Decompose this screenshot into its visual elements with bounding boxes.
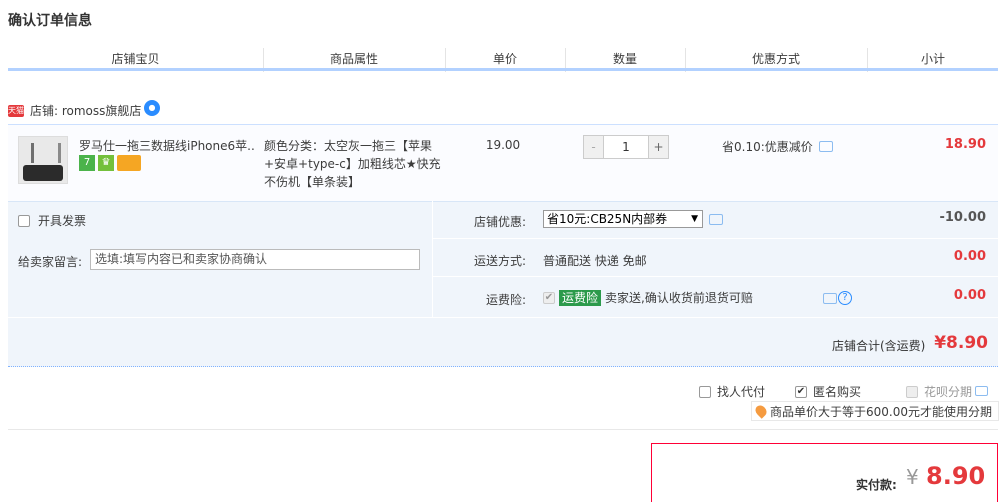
location-pin-icon [753,403,769,419]
insurance-label: 运费险: [485,293,526,307]
proxy-pay-label: 找人代付 [717,385,766,399]
invoice-checkbox[interactable] [18,214,30,227]
huabei-tip-text: 商品单价大于等于600.00元才能使用分期 [770,404,992,419]
shop-coupon-selected: 省10元:CB25N内部券 [547,212,668,226]
invoice-option[interactable]: 开具发票 [18,212,86,229]
shop-row: 天猫 店铺: romoss旗舰店 [8,102,141,119]
shop-coupon-value: -10.00 [939,210,986,225]
header-discount: 优惠方式 [751,52,800,66]
page-title: 确认订单信息 [8,13,92,29]
payment-currency: ¥ [906,465,919,489]
tmall-badge-icon: 天猫 [8,104,24,117]
quantity-stepper: - 1 + [583,135,669,159]
shipping-label: 运送方式: [473,254,526,268]
shop-coupon-label: 店铺优惠: [473,215,526,229]
insurance-value: 0.00 [953,288,986,303]
section-divider [8,429,998,430]
promo-text: 省0.10:优惠减价 [722,140,813,154]
promo-comment-icon[interactable] [818,141,833,152]
header-underline [8,68,998,71]
item-subtotal: 18.90 [944,137,986,152]
wangwang-chat-icon[interactable]: ● [144,100,160,116]
payment-amount: 8.90 [926,462,986,490]
item-row [8,124,998,201]
coupon-comment-icon[interactable] [709,214,723,225]
huabei-option: 花呗分期 [906,383,972,400]
dropdown-arrow-icon: ▼ [691,214,698,224]
header-quantity: 数量 [612,52,637,66]
quantity-increase-button[interactable]: + [648,136,668,158]
shipping-value: 0.00 [953,249,986,264]
options-divider [433,238,998,239]
insurance-checkbox [543,291,555,304]
huabei-tip: 商品单价大于等于600.00元才能使用分期 [751,401,999,421]
product-name-link[interactable]: 罗马仕一拖三数据线iPhone6苹... [79,137,254,154]
service-badges: 7 ♛ [79,155,141,171]
shop-coupon-select[interactable]: 省10元:CB25N内部券 ▼ [543,210,703,228]
insurance-comment-icon[interactable] [823,293,837,304]
options-divider [433,276,998,277]
help-icon[interactable]: ? [838,291,852,305]
options-divider [432,201,433,317]
invoice-label: 开具发票 [38,214,87,228]
unit-price: 19.00 [485,138,521,152]
memo-input[interactable]: 选填:填写内容已和卖家协商确认 [90,249,420,270]
proxy-pay-checkbox[interactable] [699,385,711,398]
anonymous-option[interactable]: 匿名购买 [795,383,861,400]
header-subtotal: 小计 [920,52,945,66]
guarantee-icon[interactable]: ♛ [98,155,114,171]
shop-name-link[interactable]: 店铺: romoss旗舰店 [30,102,141,119]
product-sku: 颜色分类：太空灰一拖三【苹果+安卓+type-c】加粗线芯★快充不伤机【单条装】 [264,139,441,189]
header-unit-price: 单价 [492,52,517,66]
insurance-tag: 运费险 [559,289,602,306]
shop-total-value: ¥8.90 [934,333,988,353]
memo-label: 给卖家留言: [18,255,83,269]
shop-total-label: 店铺合计(含运费) [832,339,926,353]
product-thumbnail[interactable] [18,136,68,184]
header-attributes: 商品属性 [329,52,378,66]
header-shop-item: 店铺宝贝 [111,52,160,66]
seven-day-return-icon[interactable]: 7 [79,155,95,171]
huabei-checkbox [906,385,918,398]
shipping-method: 普通配送 快递 免邮 [543,254,647,268]
insurance-text: 卖家送,确认收货前退货可赔 [605,291,753,305]
credit-card-icon[interactable] [117,155,141,171]
payment-label: 实付款: [856,478,897,492]
anonymous-label: 匿名购买 [813,385,862,399]
proxy-pay-option[interactable]: 找人代付 [699,383,765,400]
insurance-option: 运费险 卖家送,确认收货前退货可赔 [543,289,753,306]
quantity-input[interactable]: 1 [604,136,648,158]
quantity-decrease-button[interactable]: - [584,136,604,158]
options-divider [8,317,998,318]
anonymous-checkbox[interactable] [795,385,807,398]
huabei-comment-icon[interactable] [975,386,988,396]
promo-info: 省0.10:优惠减价 [722,138,833,155]
huabei-label: 花呗分期 [924,385,973,399]
